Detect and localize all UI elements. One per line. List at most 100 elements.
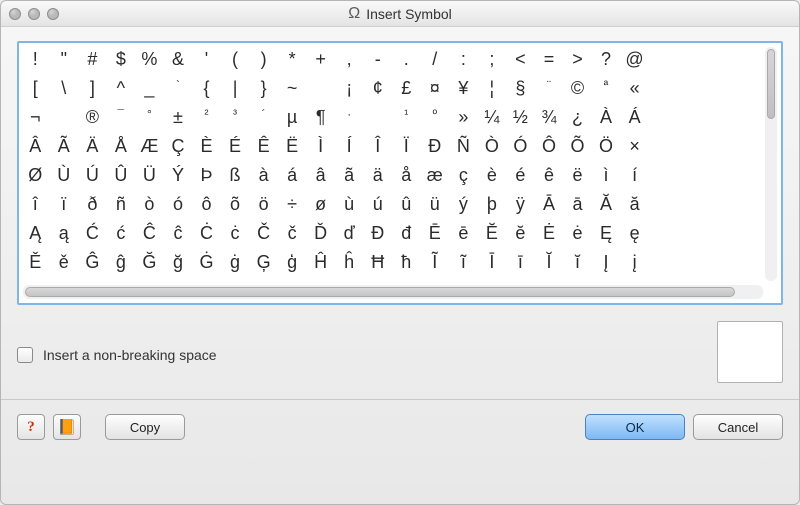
copy-button[interactable]: Copy bbox=[105, 414, 185, 440]
symbol-cell[interactable]: « bbox=[620, 74, 649, 103]
symbol-cell[interactable]: < bbox=[506, 45, 535, 74]
symbol-cell[interactable]: & bbox=[164, 45, 193, 74]
symbol-cell[interactable]: ĩ bbox=[449, 248, 478, 277]
symbol-cell[interactable]: ß bbox=[221, 161, 250, 190]
cancel-button[interactable]: Cancel bbox=[693, 414, 783, 440]
symbol-cell[interactable]: ę bbox=[620, 219, 649, 248]
symbol-cell[interactable]: Ð bbox=[421, 132, 450, 161]
symbol-cell[interactable]: ] bbox=[78, 74, 107, 103]
symbol-cell[interactable]: á bbox=[278, 161, 307, 190]
symbol-cell[interactable]: Ô bbox=[535, 132, 564, 161]
nbsp-checkbox[interactable] bbox=[17, 347, 33, 363]
symbol-cell[interactable]: · bbox=[335, 103, 364, 132]
symbol-cell[interactable]: ® bbox=[78, 103, 107, 132]
symbol-cell[interactable]: Ö bbox=[592, 132, 621, 161]
symbol-cell[interactable]: õ bbox=[221, 190, 250, 219]
symbol-cell[interactable]: ¤ bbox=[421, 74, 450, 103]
ok-button[interactable]: OK bbox=[585, 414, 685, 440]
symbol-cell[interactable]: ĕ bbox=[506, 219, 535, 248]
symbol-cell[interactable]: + bbox=[306, 45, 335, 74]
symbol-cell[interactable]: , bbox=[335, 45, 364, 74]
symbol-cell[interactable]: Ï bbox=[392, 132, 421, 161]
symbol-cell[interactable]: ğ bbox=[164, 248, 193, 277]
symbol-cell[interactable]: Ė bbox=[535, 219, 564, 248]
symbol-cell[interactable]: æ bbox=[421, 161, 450, 190]
symbol-cell[interactable]: À bbox=[592, 103, 621, 132]
symbol-cell[interactable]: µ bbox=[278, 103, 307, 132]
symbol-cell[interactable]: © bbox=[563, 74, 592, 103]
symbol-cell[interactable]: _ bbox=[135, 74, 164, 103]
symbol-cell[interactable]: ą bbox=[50, 219, 79, 248]
symbol-cell[interactable]: č bbox=[278, 219, 307, 248]
symbol-cell[interactable]: ½ bbox=[506, 103, 535, 132]
symbol-cell[interactable]: ² bbox=[192, 103, 221, 132]
symbol-cell[interactable]: » bbox=[449, 103, 478, 132]
symbol-cell[interactable]: ~ bbox=[278, 74, 307, 103]
symbol-cell[interactable]: Ç bbox=[164, 132, 193, 161]
symbol-cell[interactable]: ĥ bbox=[335, 248, 364, 277]
close-window-icon[interactable] bbox=[9, 8, 21, 20]
symbol-cell[interactable]: â bbox=[306, 161, 335, 190]
symbol-cell[interactable]: £ bbox=[392, 74, 421, 103]
symbol-cell[interactable]: Ğ bbox=[135, 248, 164, 277]
symbol-cell[interactable]: ý bbox=[449, 190, 478, 219]
symbol-cell[interactable]: ä bbox=[363, 161, 392, 190]
symbol-cell[interactable]: Ã bbox=[50, 132, 79, 161]
symbol-cell[interactable]: ï bbox=[50, 190, 79, 219]
symbol-cell[interactable]: ! bbox=[21, 45, 50, 74]
horizontal-scroll-thumb[interactable] bbox=[25, 287, 735, 297]
symbol-cell[interactable]: Ò bbox=[478, 132, 507, 161]
symbol-cell[interactable]: ã bbox=[335, 161, 364, 190]
symbol-cell[interactable]: Õ bbox=[563, 132, 592, 161]
symbol-cell[interactable]: ď bbox=[335, 219, 364, 248]
symbol-cell[interactable]: Ä bbox=[78, 132, 107, 161]
symbol-cell[interactable]: ì bbox=[592, 161, 621, 190]
symbol-cell[interactable]: ¥ bbox=[449, 74, 478, 103]
symbol-cell[interactable]: Ë bbox=[278, 132, 307, 161]
symbol-cell[interactable]: [ bbox=[21, 74, 50, 103]
symbol-cell[interactable]: ¹ bbox=[392, 103, 421, 132]
symbol-cell[interactable]: ¬ bbox=[21, 103, 50, 132]
symbol-cell[interactable]: ¾ bbox=[535, 103, 564, 132]
horizontal-scrollbar[interactable] bbox=[23, 285, 763, 299]
symbol-cell[interactable]: / bbox=[421, 45, 450, 74]
symbol-cell[interactable]: ĝ bbox=[107, 248, 136, 277]
symbol-cell[interactable]: Í bbox=[335, 132, 364, 161]
symbol-cell[interactable]: Ć bbox=[78, 219, 107, 248]
symbol-cell[interactable]: ¶ bbox=[306, 103, 335, 132]
symbol-cell[interactable]: ć bbox=[107, 219, 136, 248]
symbol-cell[interactable]: ø bbox=[306, 190, 335, 219]
symbol-cell[interactable]: ú bbox=[363, 190, 392, 219]
symbol-cell[interactable]: > bbox=[563, 45, 592, 74]
symbol-cell[interactable] bbox=[363, 103, 392, 132]
symbol-cell[interactable]: ò bbox=[135, 190, 164, 219]
symbol-cell[interactable]: ð bbox=[78, 190, 107, 219]
symbol-cell[interactable]: Ħ bbox=[363, 248, 392, 277]
symbol-cell[interactable]: ö bbox=[249, 190, 278, 219]
symbol-cell[interactable]: ÿ bbox=[506, 190, 535, 219]
symbol-cell[interactable]: Ĭ bbox=[535, 248, 564, 277]
symbol-cell[interactable]: ü bbox=[421, 190, 450, 219]
symbol-cell[interactable]: ĭ bbox=[563, 248, 592, 277]
symbol-cell[interactable]: ) bbox=[249, 45, 278, 74]
symbol-cell[interactable]: û bbox=[392, 190, 421, 219]
symbol-cell[interactable]: ī bbox=[506, 248, 535, 277]
symbol-cell[interactable]: Ý bbox=[164, 161, 193, 190]
vertical-scrollbar[interactable] bbox=[765, 47, 777, 281]
symbol-cell[interactable]: Î bbox=[363, 132, 392, 161]
symbol-cell[interactable]: | bbox=[221, 74, 250, 103]
symbol-cell[interactable]: È bbox=[192, 132, 221, 161]
symbol-cell[interactable]: ô bbox=[192, 190, 221, 219]
symbol-cell[interactable]: Ī bbox=[478, 248, 507, 277]
symbol-cell[interactable]: þ bbox=[478, 190, 507, 219]
symbol-cell[interactable]: ´ bbox=[249, 103, 278, 132]
symbol-cell[interactable]: Ø bbox=[21, 161, 50, 190]
minimize-window-icon[interactable] bbox=[28, 8, 40, 20]
symbol-cell[interactable]: * bbox=[278, 45, 307, 74]
zoom-window-icon[interactable] bbox=[47, 8, 59, 20]
symbol-cell[interactable]: ÷ bbox=[278, 190, 307, 219]
symbol-cell[interactable]: ¨ bbox=[535, 74, 564, 103]
symbol-cell[interactable]: ç bbox=[449, 161, 478, 190]
symbol-cell[interactable]: å bbox=[392, 161, 421, 190]
symbol-cell[interactable]: Ď bbox=[306, 219, 335, 248]
